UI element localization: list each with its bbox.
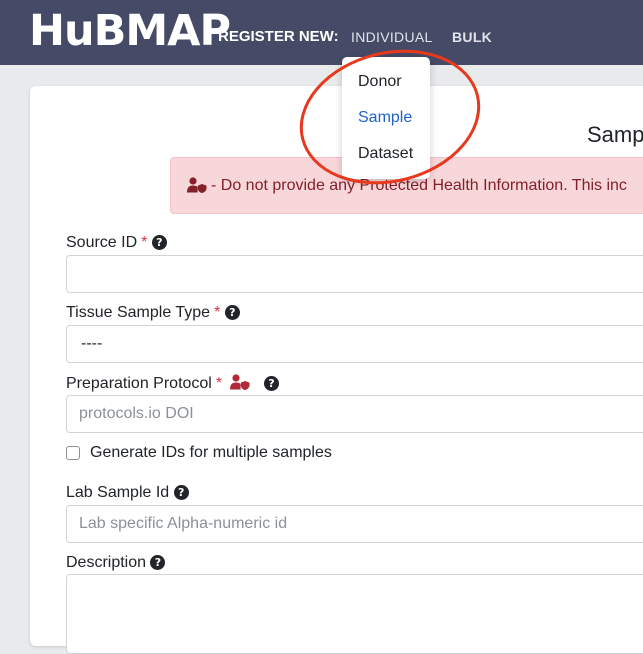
help-icon[interactable]: ? <box>151 235 167 250</box>
generate-ids-label[interactable]: Generate IDs for multiple samples <box>90 444 332 462</box>
preparation-protocol-label-text: Preparation Protocol <box>66 375 212 392</box>
user-shield-icon <box>229 374 250 395</box>
required-mark: * <box>141 234 148 251</box>
nav-individual-link[interactable]: INDIVIDUAL <box>351 29 433 45</box>
user-shield-icon <box>187 177 207 198</box>
dropdown-item-sample[interactable]: Sample <box>358 109 412 127</box>
hubmap-logo[interactable]: HuBMAP <box>29 8 231 54</box>
generate-ids-checkbox[interactable] <box>66 446 80 460</box>
preparation-protocol-input[interactable]: protocols.io DOI <box>66 395 643 433</box>
dropdown-item-donor[interactable]: Donor <box>358 73 402 91</box>
description-textarea[interactable] <box>66 574 643 654</box>
phi-warning-text: - Do not provide any Protected Health In… <box>211 177 627 194</box>
preparation-protocol-label: Preparation Protocol * ? <box>66 374 279 395</box>
source-id-input[interactable] <box>66 255 643 293</box>
help-icon[interactable]: ? <box>224 305 240 320</box>
register-new-label: REGISTER NEW: <box>218 28 339 45</box>
lab-sample-id-label-text: Lab Sample Id <box>66 484 170 501</box>
help-icon[interactable]: ? <box>173 485 189 500</box>
tissue-sample-type-value: ---- <box>81 335 103 352</box>
tissue-sample-type-select[interactable]: ---- <box>66 325 643 363</box>
tissue-sample-type-label: Tissue Sample Type * ? <box>66 304 240 322</box>
help-icon[interactable]: ? <box>264 376 279 391</box>
source-id-label: Source ID * ? <box>66 234 167 252</box>
top-navbar: HuBMAP REGISTER NEW: INDIVIDUAL BULK <box>0 0 643 65</box>
required-mark: * <box>215 375 223 392</box>
description-label-text: Description <box>66 554 147 571</box>
lab-sample-id-input[interactable]: Lab specific Alpha-numeric id <box>66 505 643 543</box>
help-icon[interactable]: ? <box>150 555 166 570</box>
source-id-label-text: Source ID <box>66 234 138 251</box>
nav-bulk-link[interactable]: BULK <box>452 29 492 45</box>
lab-sample-id-placeholder: Lab specific Alpha-numeric id <box>79 515 288 532</box>
tissue-sample-type-label-text: Tissue Sample Type <box>66 304 211 321</box>
required-mark: * <box>214 304 221 321</box>
register-new-dropdown: Donor Sample Dataset <box>342 57 430 179</box>
page-title: Samp <box>587 122 643 147</box>
lab-sample-id-label: Lab Sample Id ? <box>66 484 189 502</box>
preparation-protocol-placeholder: protocols.io DOI <box>79 405 194 422</box>
dropdown-item-dataset[interactable]: Dataset <box>358 145 413 163</box>
description-label: Description ? <box>66 554 166 572</box>
